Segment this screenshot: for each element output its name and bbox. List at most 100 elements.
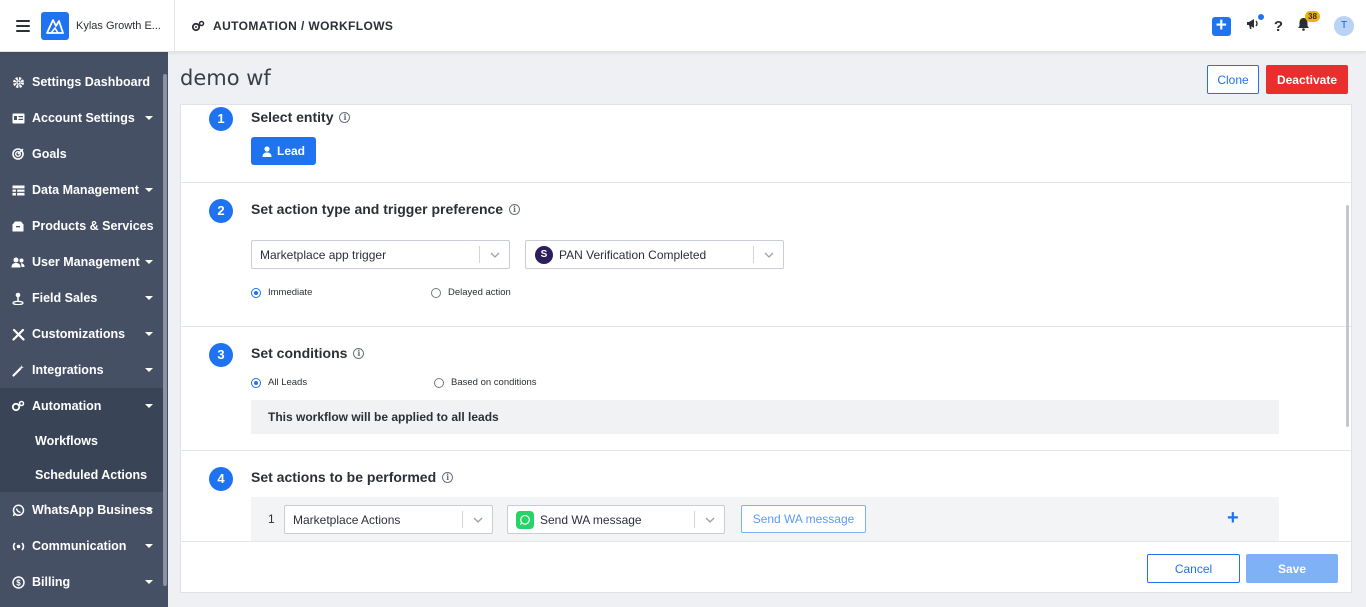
trigger-select[interactable]: S PAN Verification Completed: [525, 240, 784, 269]
deactivate-button[interactable]: Deactivate: [1266, 65, 1348, 94]
sidebar-subitem-workflows[interactable]: Workflows: [0, 424, 165, 458]
sidebar-subitem-scheduled-actions[interactable]: Scheduled Actions: [0, 458, 165, 492]
sidebar-item-user-management[interactable]: User Management: [0, 244, 165, 280]
divider: [174, 0, 175, 52]
gears-icon: [191, 20, 205, 31]
dollar-icon: $: [11, 575, 25, 589]
sidebar-item-field-sales[interactable]: Field Sales: [0, 280, 165, 316]
sidebar-item-communication[interactable]: Communication: [0, 528, 165, 564]
whatsapp-icon: [516, 510, 534, 529]
step-number: 3: [209, 343, 233, 367]
gears-icon: [11, 399, 25, 413]
radio-button-selected[interactable]: [251, 377, 261, 388]
sidebar-item-products-services[interactable]: Products & Services: [0, 208, 165, 244]
sidebar-item-label: Customizations: [32, 327, 126, 341]
sidebar-item-billing[interactable]: $ Billing: [0, 564, 165, 600]
card-footer: Cancel Save: [181, 541, 1351, 592]
send-wa-message-button[interactable]: Send WA message: [741, 505, 866, 533]
step-title: Select entity i: [251, 109, 351, 125]
add-action-icon[interactable]: +: [1227, 507, 1239, 530]
top-bar: Kylas Growth E... AUTOMATION / WORKFLOWS…: [0, 0, 1366, 52]
section-divider: [181, 450, 1351, 451]
chevron-down-icon: [145, 508, 153, 512]
table-icon: [11, 183, 25, 197]
tools-icon: [11, 327, 25, 341]
radio-delayed-action[interactable]: Delayed action: [431, 287, 511, 298]
chevron-down-icon: [145, 188, 153, 192]
action-category-value: Marketplace Actions: [293, 512, 401, 527]
sidebar-item-label: Automation: [32, 399, 102, 413]
card-scrollbar[interactable]: [1346, 205, 1349, 427]
sidebar-item-label: Products & Services: [32, 219, 154, 233]
sidebar-item-label: Billing: [32, 575, 71, 589]
sidebar-item-label: Settings Dashboard: [32, 75, 151, 89]
trigger-value: PAN Verification Completed: [559, 247, 707, 262]
conditions-note: This workflow will be applied to all lea…: [251, 400, 1279, 434]
chevron-down-icon: [145, 544, 153, 548]
action-row-index: 1: [268, 512, 275, 526]
clone-button[interactable]: Clone: [1207, 65, 1259, 94]
radio-based-on-conditions[interactable]: Based on conditions: [434, 377, 537, 388]
radio-button[interactable]: [434, 377, 444, 388]
info-icon[interactable]: i: [353, 347, 365, 359]
sidebar-item-label: Account Settings: [32, 111, 135, 125]
sidebar-item-goals[interactable]: Goals: [0, 136, 165, 172]
info-icon[interactable]: i: [442, 471, 454, 483]
sidebar-item-label: Integrations: [32, 363, 104, 377]
notifications-icon[interactable]: 38: [1297, 10, 1320, 36]
action-select[interactable]: Send WA message: [507, 505, 725, 534]
chevron-down-icon: [145, 116, 153, 120]
announcements-icon[interactable]: [1246, 14, 1264, 35]
sidebar-scrollbar[interactable]: [163, 74, 167, 586]
brand-logo[interactable]: [41, 11, 69, 40]
sidebar-item-settings-dashboard[interactable]: Settings Dashboard: [0, 64, 165, 100]
brand-name: Kylas Growth E...: [76, 19, 161, 32]
breadcrumb: AUTOMATION / WORKFLOWS: [191, 19, 393, 33]
action-type-select[interactable]: Marketplace app trigger: [251, 240, 510, 269]
sidebar-item-customizations[interactable]: Customizations: [0, 316, 165, 352]
users-icon: [11, 255, 25, 269]
step-title: Set action type and trigger preference i: [251, 201, 521, 217]
sidebar-item-label: Field Sales: [32, 291, 98, 305]
cancel-button[interactable]: Cancel: [1147, 554, 1240, 583]
sidebar-item-label: Data Management: [32, 183, 139, 197]
sidebar-item-account-settings[interactable]: Account Settings: [0, 100, 165, 136]
step-title-text: Set conditions: [251, 345, 348, 361]
action-row: 1 Marketplace Actions Send WA message Se…: [251, 497, 1279, 541]
box-icon: [11, 219, 25, 233]
sidebar-item-whatsapp-business[interactable]: WhatsApp Business: [0, 492, 165, 528]
step-title: Set conditions i: [251, 345, 365, 361]
sidebar-item-integrations[interactable]: Integrations: [0, 352, 165, 388]
action-category-select[interactable]: Marketplace Actions: [284, 505, 493, 534]
help-icon[interactable]: ?: [1274, 18, 1283, 35]
lead-entity-button[interactable]: Lead: [251, 137, 316, 165]
sidebar-item-label: WhatsApp Business: [32, 503, 153, 517]
step-title-text: Select entity: [251, 109, 334, 125]
info-icon[interactable]: i: [509, 203, 521, 215]
user-icon: [262, 145, 272, 157]
unread-dot: [1257, 14, 1264, 20]
broadcast-icon: [11, 539, 25, 553]
save-button[interactable]: Save: [1246, 554, 1338, 583]
map-pin-icon: [11, 291, 25, 305]
section-divider: [181, 326, 1351, 327]
section-divider: [181, 182, 1351, 183]
gear-icon: [11, 75, 25, 89]
info-icon[interactable]: i: [339, 111, 351, 123]
quick-add-button[interactable]: +: [1211, 16, 1231, 36]
step-number: 4: [209, 467, 233, 491]
sidebar-item-label: Communication: [32, 539, 127, 553]
sidebar: Settings Dashboard Account Settings Goal…: [0, 52, 168, 607]
radio-immediate[interactable]: Immediate: [251, 287, 312, 298]
sidebar-item-automation[interactable]: Automation: [0, 388, 165, 424]
menu-icon[interactable]: [16, 19, 30, 32]
user-avatar[interactable]: T: [1334, 16, 1354, 36]
radio-button[interactable]: [431, 287, 441, 298]
radio-label: Immediate: [268, 287, 313, 298]
sidebar-item-data-management[interactable]: Data Management: [0, 172, 165, 208]
sidebar-item-label: User Management: [32, 255, 140, 269]
radio-all-leads[interactable]: All Leads: [251, 377, 307, 388]
radio-button-selected[interactable]: [251, 287, 261, 298]
radio-label: Delayed action: [448, 287, 511, 298]
step-number: 2: [209, 199, 233, 223]
